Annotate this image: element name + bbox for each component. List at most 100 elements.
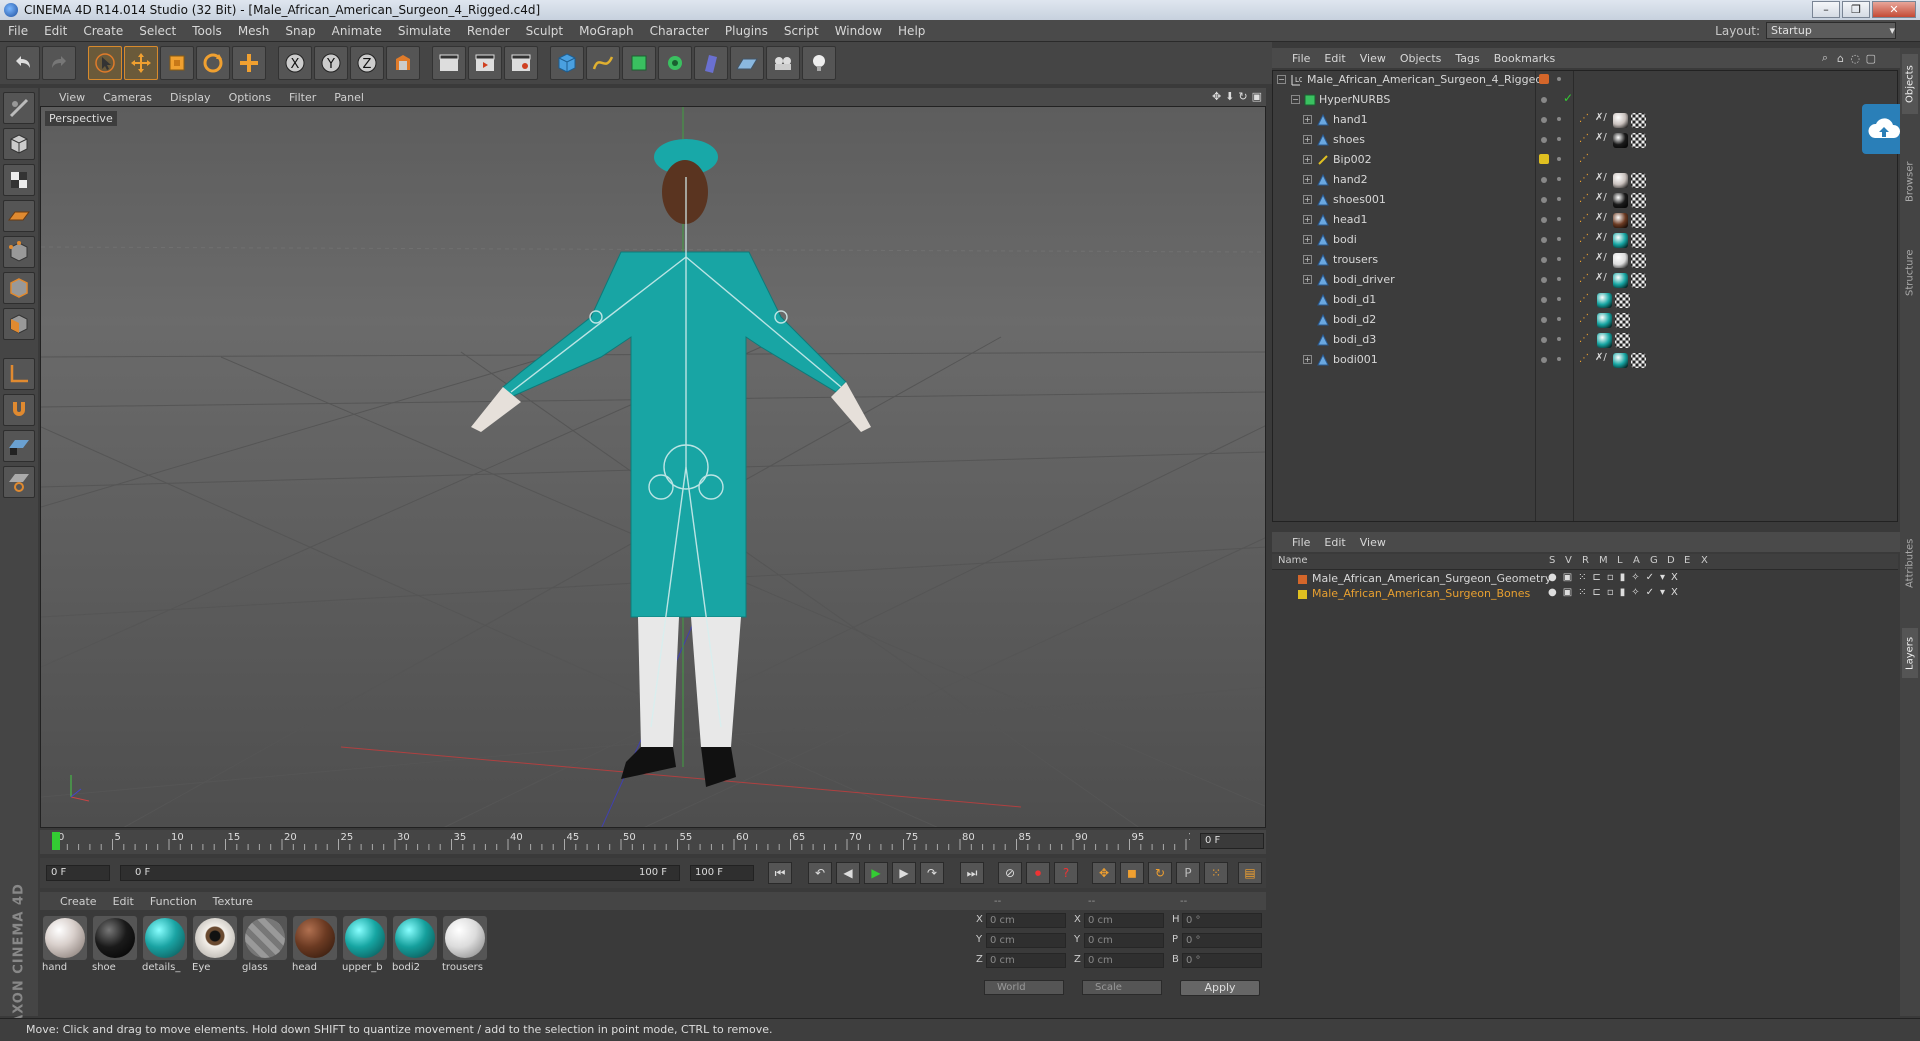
tab-objects[interactable]: Objects bbox=[1902, 54, 1918, 114]
visibility-dot[interactable] bbox=[1541, 337, 1547, 343]
material-tag[interactable] bbox=[1597, 313, 1612, 328]
material-tag[interactable] bbox=[1613, 113, 1628, 128]
texture-tag[interactable] bbox=[1631, 113, 1646, 128]
layer-color-tag[interactable] bbox=[1539, 154, 1549, 164]
tab-attributes[interactable]: Attributes bbox=[1902, 528, 1918, 598]
layer-menu-view[interactable]: View bbox=[1354, 536, 1394, 549]
ik-tag-icon[interactable]: ⋰ bbox=[1579, 333, 1589, 344]
expand-toggle[interactable]: + bbox=[1303, 175, 1312, 184]
visibility-dot[interactable] bbox=[1541, 257, 1547, 263]
add-light-button[interactable] bbox=[802, 46, 836, 80]
ik-tag-icon[interactable]: ⋰ bbox=[1579, 273, 1589, 284]
ik-tag-icon[interactable]: ⋰ bbox=[1579, 293, 1589, 304]
menu-character[interactable]: Character bbox=[642, 24, 717, 38]
goto-start-button[interactable]: ⏮ bbox=[768, 862, 792, 884]
close-button[interactable]: ✕ bbox=[1872, 1, 1916, 18]
rotation-key-button[interactable]: ↻ bbox=[1148, 862, 1172, 884]
ik-tag-icon[interactable]: ⋰ bbox=[1579, 353, 1589, 364]
planar-workplane-button[interactable] bbox=[3, 466, 35, 498]
ik-tag-icon[interactable]: ⋰ bbox=[1579, 233, 1589, 244]
render-dot[interactable] bbox=[1557, 337, 1561, 341]
render-dot[interactable] bbox=[1557, 237, 1561, 241]
render-settings-button[interactable] bbox=[504, 46, 538, 80]
coordinate-system-button[interactable] bbox=[386, 46, 420, 80]
texture-mode-button[interactable] bbox=[3, 164, 35, 196]
material-item[interactable]: trousers bbox=[442, 916, 488, 1010]
weight-tag-icon[interactable]: ✗/ bbox=[1595, 192, 1607, 203]
visibility-dot[interactable] bbox=[1541, 317, 1547, 323]
object-menu-tags[interactable]: Tags bbox=[1449, 52, 1487, 65]
scale-key-button[interactable]: ◼ bbox=[1120, 862, 1144, 884]
render-dot[interactable] bbox=[1557, 217, 1561, 221]
playhead[interactable] bbox=[52, 832, 60, 850]
add-scene-button[interactable] bbox=[730, 46, 764, 80]
dolly-view-icon[interactable]: ⬇ bbox=[1225, 90, 1234, 103]
texture-tag[interactable] bbox=[1631, 253, 1646, 268]
size-x-field[interactable]: 0 cm bbox=[1084, 913, 1164, 928]
object-row[interactable]: + bodi001 ⋰ ✗/ bbox=[1273, 351, 1899, 369]
checkmark-icon[interactable]: ✓ bbox=[1563, 91, 1573, 105]
expand-toggle[interactable]: + bbox=[1303, 255, 1312, 264]
render-dot[interactable] bbox=[1557, 117, 1561, 121]
material-tag[interactable] bbox=[1613, 253, 1628, 268]
render-picture-viewer-button[interactable] bbox=[468, 46, 502, 80]
material-menu-edit[interactable]: Edit bbox=[107, 895, 144, 908]
weight-tag-icon[interactable]: ✗/ bbox=[1595, 272, 1607, 283]
prev-frame-button[interactable]: ◀ bbox=[836, 862, 860, 884]
viewport-menu-view[interactable]: View bbox=[50, 91, 94, 104]
material-item[interactable]: upper_b bbox=[342, 916, 388, 1010]
ik-tag-icon[interactable]: ⋰ bbox=[1579, 253, 1589, 264]
model-mode-button[interactable] bbox=[3, 128, 35, 160]
object-menu-edit[interactable]: Edit bbox=[1318, 52, 1353, 65]
texture-tag[interactable] bbox=[1631, 273, 1646, 288]
weight-tag-icon[interactable]: ✗/ bbox=[1595, 132, 1607, 143]
add-camera-button[interactable] bbox=[766, 46, 800, 80]
viewport-menu-cameras[interactable]: Cameras bbox=[94, 91, 161, 104]
menu-script[interactable]: Script bbox=[776, 24, 827, 38]
add-nurbs-button[interactable] bbox=[622, 46, 656, 80]
object-row[interactable]: + Bip002 ⋰ bbox=[1273, 151, 1899, 169]
texture-tag[interactable] bbox=[1631, 233, 1646, 248]
recent-tools-button[interactable] bbox=[232, 46, 266, 80]
texture-tag[interactable] bbox=[1631, 173, 1646, 188]
add-spline-button[interactable] bbox=[586, 46, 620, 80]
menu-render[interactable]: Render bbox=[459, 24, 518, 38]
coordinate-space-dropdown[interactable]: World bbox=[984, 980, 1064, 995]
menu-window[interactable]: Window bbox=[827, 24, 890, 38]
ik-tag-icon[interactable]: ⋰ bbox=[1579, 313, 1589, 324]
texture-tag[interactable] bbox=[1631, 353, 1646, 368]
preview-range-slider[interactable]: 0 F 100 F bbox=[120, 865, 680, 881]
move-tool-button[interactable] bbox=[124, 46, 158, 80]
tab-structure[interactable]: Structure bbox=[1902, 238, 1918, 308]
menu-file[interactable]: File bbox=[0, 24, 36, 38]
live-selection-button[interactable] bbox=[88, 46, 122, 80]
render-dot[interactable] bbox=[1557, 257, 1561, 261]
object-row[interactable]: + head1 ⋰ ✗/ bbox=[1273, 211, 1899, 229]
z-axis-button[interactable]: Z bbox=[350, 46, 384, 80]
parameter-key-button[interactable]: P bbox=[1176, 862, 1200, 884]
menu-help[interactable]: Help bbox=[890, 24, 933, 38]
material-tag[interactable] bbox=[1613, 213, 1628, 228]
menu-edit[interactable]: Edit bbox=[36, 24, 75, 38]
material-item[interactable]: bodi2 bbox=[392, 916, 438, 1010]
rotation-p-field[interactable]: 0 ° bbox=[1182, 933, 1262, 948]
expand-toggle[interactable]: + bbox=[1303, 355, 1312, 364]
menu-mesh[interactable]: Mesh bbox=[230, 24, 278, 38]
rotate-tool-button[interactable] bbox=[196, 46, 230, 80]
object-row-hypernurbs[interactable]: − HyperNURBS ✓ bbox=[1273, 91, 1899, 109]
layer-row[interactable]: Male_African_American_Surgeon_Bones ●▣⁙⊏… bbox=[1272, 587, 1898, 602]
position-x-field[interactable]: 0 cm bbox=[986, 913, 1066, 928]
texture-tag[interactable] bbox=[1631, 193, 1646, 208]
material-menu-create[interactable]: Create bbox=[54, 895, 107, 908]
y-axis-button[interactable]: Y bbox=[314, 46, 348, 80]
render-dot[interactable] bbox=[1557, 317, 1561, 321]
redo-button[interactable] bbox=[42, 46, 76, 80]
material-tag[interactable] bbox=[1613, 133, 1628, 148]
rotate-view-icon[interactable]: ↻ bbox=[1238, 90, 1247, 103]
object-menu-bookmarks[interactable]: Bookmarks bbox=[1488, 52, 1563, 65]
ik-tag-icon[interactable]: ⋰ bbox=[1579, 153, 1589, 164]
viewport-menu-filter[interactable]: Filter bbox=[280, 91, 325, 104]
render-dot[interactable] bbox=[1557, 137, 1561, 141]
material-tag[interactable] bbox=[1613, 353, 1628, 368]
home-icon[interactable]: ⌂ bbox=[1837, 52, 1844, 65]
